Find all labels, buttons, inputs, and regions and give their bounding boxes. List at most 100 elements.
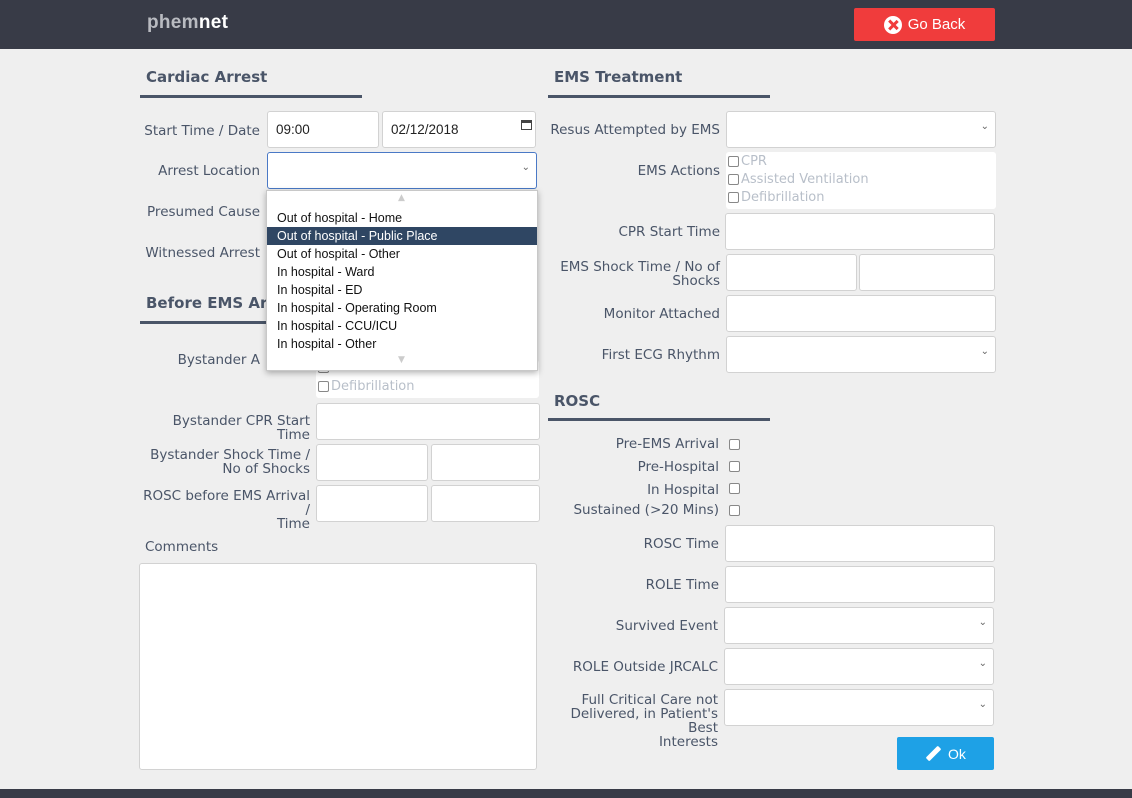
ok-button[interactable]: Ok	[897, 737, 994, 770]
calendar-icon[interactable]	[521, 120, 532, 130]
rosc-before-ems-label-line1: ROSC before EMS Arrival /	[143, 488, 310, 518]
close-circle-icon	[883, 15, 902, 34]
monitor-attached-label: Monitor Attached	[603, 306, 720, 322]
bystander-shock-label-line2: No of Shocks	[222, 461, 310, 477]
section-divider	[140, 95, 362, 98]
ems-vent-option[interactable]: Assisted Ventilation	[728, 172, 869, 187]
first-ecg-label: First ECG Rhythm	[601, 347, 720, 363]
ems-vent-label: Assisted Ventilation	[741, 172, 869, 187]
cpr-start-label: CPR Start Time	[618, 224, 720, 240]
ems-shock-time-input[interactable]	[726, 254, 857, 291]
role-outside-label: ROLE Outside JRCALC	[572, 659, 718, 675]
section-divider	[548, 95, 770, 98]
chevron-down-icon: ⌄	[521, 162, 530, 173]
full-critical-care-label-line2: Delivered, in Patient's Best	[570, 706, 718, 736]
role-time-label: ROLE Time	[645, 577, 719, 593]
rosc-before-ems-time-input[interactable]	[431, 485, 540, 522]
logo-part1: phem	[147, 12, 199, 33]
chevron-down-icon: ⌄	[980, 346, 989, 357]
ems-defib-option[interactable]: Defibrillation	[728, 190, 825, 205]
ok-label: Ok	[948, 745, 966, 762]
arrest-location-dropdown[interactable]: ▲ Out of hospital - Home Out of hospital…	[266, 190, 538, 371]
bystander-cpr-start-input[interactable]	[316, 403, 540, 440]
comments-textarea[interactable]	[139, 563, 537, 770]
full-critical-care-select[interactable]: ⌄	[724, 689, 994, 726]
arrest-location-select[interactable]: ⌄	[267, 152, 537, 189]
ems-actions-label: EMS Actions	[637, 163, 720, 179]
full-critical-care-label-line3: Interests	[658, 734, 718, 750]
cpr-start-input[interactable]	[725, 213, 995, 250]
ems-cpr-option[interactable]: CPR	[728, 154, 767, 169]
ems-defib-label: Defibrillation	[741, 190, 825, 205]
bystander-defib-label: Defibrillation	[331, 379, 415, 394]
ems-shock-label: EMS Shock Time / No of Shocks	[548, 260, 720, 288]
ems-shock-label-line2: Shocks	[672, 273, 720, 289]
full-critical-care-label-line1: Full Critical Care not	[581, 692, 718, 708]
sustained-label: Sustained (>20 Mins)	[573, 502, 719, 518]
start-time-label: Start Time / Date	[144, 123, 260, 139]
presumed-cause-label: Presumed Cause	[147, 204, 260, 220]
chevron-down-icon: ⌄	[978, 617, 987, 628]
in-hospital-label: In Hospital	[647, 482, 719, 498]
role-outside-select[interactable]: ⌄	[724, 648, 994, 685]
section-divider	[548, 418, 770, 421]
rosc-time-label: ROSC Time	[643, 536, 719, 552]
chevron-down-icon: ⌄	[980, 121, 989, 132]
top-bar: phemnet Go Back	[0, 0, 1132, 49]
location-option[interactable]: In hospital - ED	[267, 281, 537, 299]
survived-event-label: Survived Event	[615, 618, 718, 634]
chevron-down-icon: ⌄	[978, 658, 987, 669]
location-option[interactable]: In hospital - Other	[267, 335, 537, 353]
first-ecg-select[interactable]: ⌄	[726, 336, 996, 373]
checkbox[interactable]	[728, 174, 739, 185]
full-critical-care-label: Full Critical Care not Delivered, in Pati…	[540, 693, 718, 749]
bystander-shock-time-input[interactable]	[316, 444, 428, 481]
witnessed-arrest-label: Witnessed Arrest	[145, 245, 260, 261]
logo: phemnet	[147, 12, 228, 34]
comments-label: Comments	[145, 539, 219, 555]
pre-hospital-label: Pre-Hospital	[637, 459, 719, 475]
rosc-before-ems-label-line2: Time	[276, 516, 310, 532]
location-option[interactable]: In hospital - Ward	[267, 263, 537, 281]
role-time-input[interactable]	[725, 566, 995, 603]
ems-cpr-label: CPR	[741, 154, 767, 169]
scroll-down-icon[interactable]: ▼	[398, 355, 405, 365]
ems-shock-count-input[interactable]	[859, 254, 995, 291]
survived-event-select[interactable]: ⌄	[724, 607, 994, 644]
pre-hospital-checkbox[interactable]	[729, 461, 740, 472]
pre-ems-checkbox[interactable]	[729, 439, 740, 450]
bottom-bar	[0, 789, 1132, 798]
bystander-shock-label-line1: Bystander Shock Time /	[150, 447, 310, 463]
checkbox[interactable]	[728, 192, 739, 203]
location-option-selected[interactable]: Out of hospital - Public Place	[267, 227, 537, 245]
sustained-checkbox[interactable]	[729, 505, 740, 516]
bystander-defib-option[interactable]: Defibrillation	[318, 379, 415, 394]
rosc-before-ems-label: ROSC before EMS Arrival / Time	[140, 489, 310, 531]
arrest-location-label: Arrest Location	[158, 163, 260, 179]
location-option[interactable]: In hospital - CCU/ICU	[267, 317, 537, 335]
rosc-title: ROSC	[554, 392, 601, 410]
in-hospital-checkbox[interactable]	[729, 483, 740, 494]
chevron-down-icon: ⌄	[978, 699, 987, 710]
go-back-button[interactable]: Go Back	[854, 8, 995, 41]
ems-shock-label-line1: EMS Shock Time / No of	[560, 259, 720, 275]
bystander-shock-count-input[interactable]	[431, 444, 540, 481]
go-back-label: Go Back	[907, 16, 966, 33]
location-option[interactable]: Out of hospital - Other	[267, 245, 537, 263]
bystander-shock-label: Bystander Shock Time / No of Shocks	[140, 448, 310, 476]
location-option[interactable]: In hospital - Operating Room	[267, 299, 537, 317]
pre-ems-label: Pre-EMS Arrival	[615, 436, 719, 452]
monitor-attached-input[interactable]	[726, 295, 996, 332]
bystander-actions-label: Bystander A	[177, 352, 260, 368]
cardiac-arrest-title: Cardiac Arrest	[146, 68, 268, 86]
start-date-value: 02/12/2018	[391, 122, 459, 137]
checkbox[interactable]	[318, 381, 329, 392]
rosc-time-input[interactable]	[725, 525, 995, 562]
location-option[interactable]: Out of hospital - Home	[267, 209, 537, 227]
checkbox[interactable]	[728, 156, 739, 167]
start-date-input[interactable]: 02/12/2018	[382, 111, 536, 148]
resus-attempted-select[interactable]: ⌄	[726, 111, 996, 148]
start-time-input[interactable]: 09:00	[267, 111, 379, 148]
scroll-up-icon[interactable]: ▲	[398, 193, 405, 203]
rosc-before-ems-input[interactable]	[316, 485, 428, 522]
